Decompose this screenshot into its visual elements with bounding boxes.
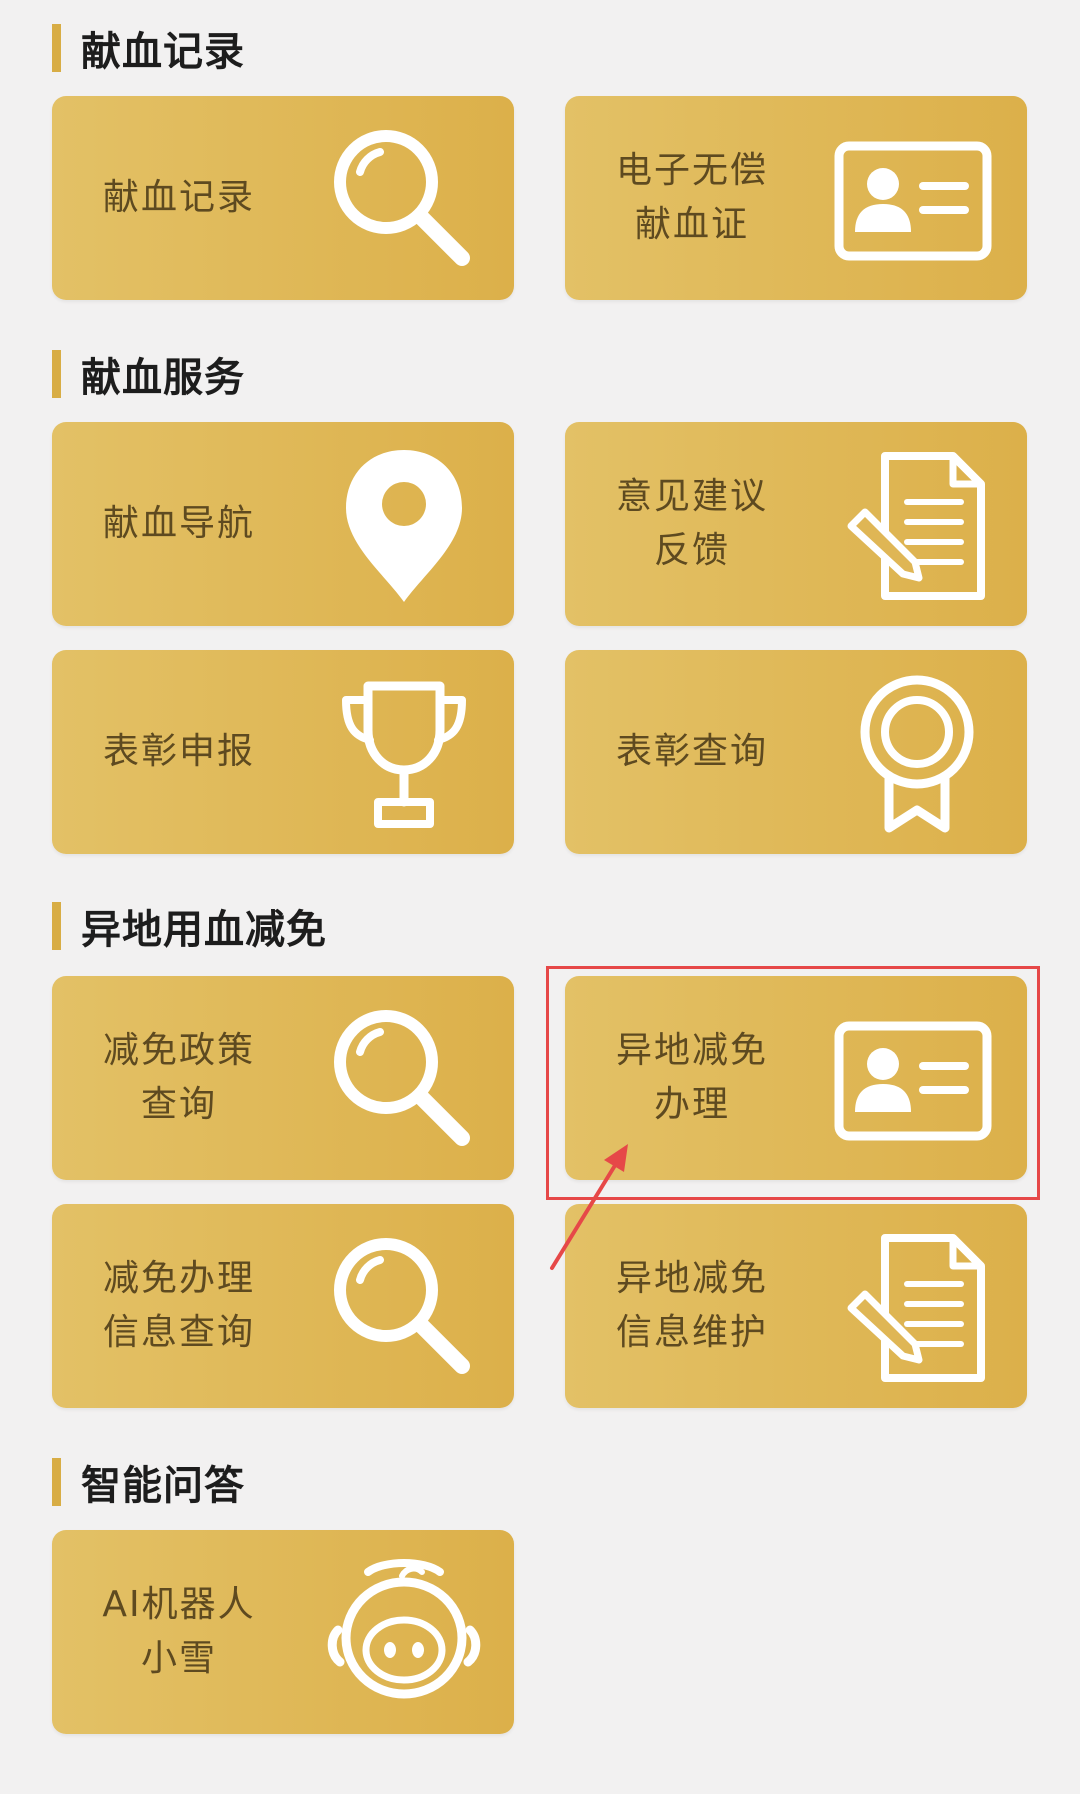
card-label: 减免办理 信息查询: [102, 1258, 255, 1353]
award-ribbon-icon: [837, 674, 997, 834]
card-label: 电子无偿 献血证: [615, 150, 768, 245]
document-pen-icon: [837, 446, 997, 606]
trophy-icon: [324, 674, 484, 834]
card-exemption-policy-query[interactable]: 减免政策 查询: [52, 976, 514, 1180]
robot-icon: [324, 1554, 484, 1714]
card-label: 意见建议 反馈: [615, 476, 768, 571]
section-accent-bar: [52, 24, 61, 72]
section-accent-bar: [52, 350, 61, 398]
card-feedback-suggestions[interactable]: 意见建议 反馈: [565, 422, 1027, 626]
card-label: 表彰查询: [615, 731, 768, 772]
section-title: 献血服务: [81, 355, 245, 401]
card-electronic-donation-certificate[interactable]: 电子无偿 献血证: [565, 96, 1027, 300]
card-label: 减免政策 查询: [102, 1030, 255, 1125]
card-label: AI机器人 小雪: [102, 1584, 256, 1679]
document-pen-icon: [837, 1228, 997, 1388]
section-header-blood-donation-services: 献血服务: [52, 348, 245, 401]
card-label: 献血记录: [102, 177, 255, 218]
card-commendation-query[interactable]: 表彰查询: [565, 650, 1027, 854]
card-label: 表彰申报: [102, 731, 255, 772]
magnifier-icon: [324, 1228, 484, 1388]
magnifier-icon: [324, 120, 484, 280]
magnifier-icon: [324, 1000, 484, 1160]
card-exemption-info-query[interactable]: 减免办理 信息查询: [52, 1204, 514, 1408]
section-header-remote-blood-exemption: 异地用血减免: [52, 900, 327, 953]
section-title: 智能问答: [81, 1463, 245, 1509]
arrow-annotation-icon: [540, 1140, 640, 1280]
card-commendation-application[interactable]: 表彰申报: [52, 650, 514, 854]
section-accent-bar: [52, 1458, 61, 1506]
section-title: 献血记录: [81, 29, 245, 75]
card-donation-navigation[interactable]: 献血导航: [52, 422, 514, 626]
card-blood-donation-record[interactable]: 献血记录: [52, 96, 514, 300]
location-pin-icon: [324, 446, 484, 606]
section-header-smart-qa: 智能问答: [52, 1456, 245, 1509]
card-label: 献血导航: [102, 503, 255, 544]
section-title: 异地用血减免: [81, 907, 327, 953]
id-card-icon: [833, 120, 993, 280]
section-header-blood-donation-records: 献血记录: [52, 22, 245, 75]
section-accent-bar: [52, 902, 61, 950]
card-ai-robot-xiaoxue[interactable]: AI机器人 小雪: [52, 1530, 514, 1734]
